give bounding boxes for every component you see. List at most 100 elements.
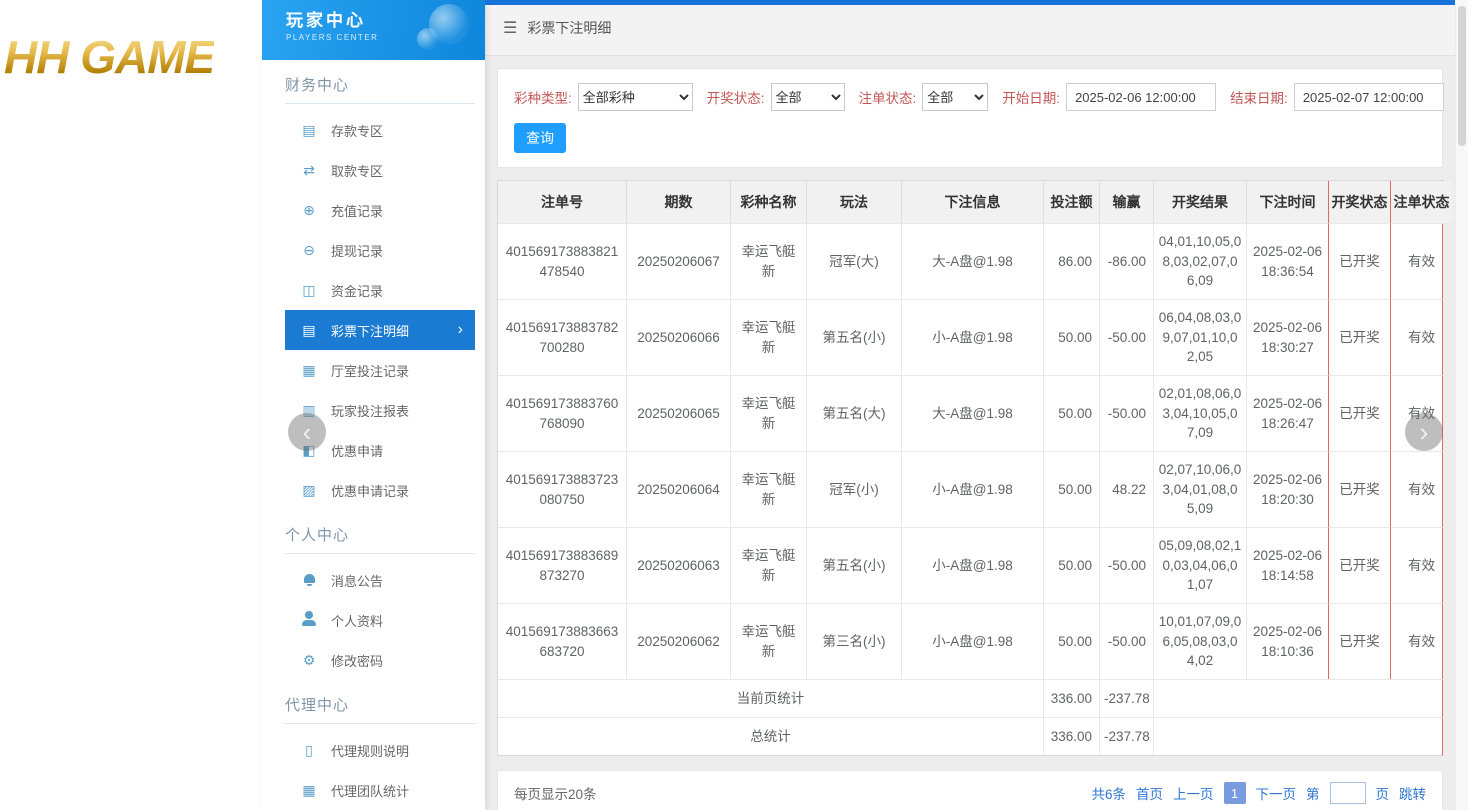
summary-winloss-total: -237.78: [1099, 717, 1153, 755]
cell-lottery-name: 幸运飞艇新: [730, 299, 806, 375]
first-page-link[interactable]: 首页: [1136, 783, 1163, 803]
cell-draw-result: 10,01,07,09,06,05,08,03,04,02: [1153, 603, 1246, 679]
cell-draw-result: 02,07,10,06,03,04,01,08,05,09: [1153, 451, 1246, 527]
sidebar-item-label: 取款专区: [331, 161, 383, 180]
cell-bet-time: 2025-02-06 18:26:47: [1246, 375, 1328, 451]
total-count: 共6条: [1091, 783, 1126, 803]
filter-actions: 查询: [514, 123, 1426, 153]
cell-bet-amount: 50.00: [1043, 299, 1099, 375]
sidebar-section: 个人中心消息公告个人资料⚙修改密码: [262, 524, 485, 680]
cell-lottery-name: 幸运飞艇新: [730, 603, 806, 679]
cell-bet-status: 有效: [1390, 603, 1452, 679]
cell-draw-result: 06,04,08,03,09,07,01,10,02,05: [1153, 299, 1246, 375]
cell-bet-id: 401569173883760768090: [498, 375, 626, 451]
sidebar-item-recharge[interactable]: ⊕充值记录: [285, 190, 475, 230]
end-date-input[interactable]: [1294, 83, 1444, 111]
sidebar-item-funds[interactable]: ◫资金记录: [285, 270, 475, 310]
sidebar-item-user[interactable]: 个人资料: [285, 600, 475, 640]
bet-status-label: 注单状态:: [859, 87, 917, 107]
jump-prefix: 第: [1306, 783, 1320, 803]
prev-page-link[interactable]: 上一页: [1173, 783, 1214, 803]
col-period: 期数: [626, 181, 730, 223]
summary-label: 总统计: [498, 717, 1043, 755]
sidebar-item-withdraw[interactable]: ⇄取款专区: [285, 150, 475, 190]
sidebar-item-lottery[interactable]: ▤彩票下注明细›: [285, 310, 475, 350]
jump-suffix: 页: [1376, 783, 1390, 803]
cell-period: 20250206065: [626, 375, 730, 451]
lottery-icon: ▤: [301, 322, 317, 339]
cell-lottery-name: 幸运飞艇新: [730, 223, 806, 299]
cell-draw-status: 已开奖: [1328, 223, 1390, 299]
table-row: 40156917388376076809020250206065幸运飞艇新第五名…: [498, 375, 1452, 451]
cell-bet-status: 有效: [1390, 451, 1452, 527]
promo-record-icon: ▨: [301, 482, 317, 499]
cell-draw-result: 04,01,10,05,08,03,02,07,06,09: [1153, 223, 1246, 299]
sidebar-item-label: 修改密码: [331, 651, 383, 670]
cell-win-loss: -50.00: [1099, 299, 1153, 375]
sidebar-item-bell[interactable]: 消息公告: [285, 560, 475, 600]
pagination-bar: 每页显示20条 共6条 首页 上一页 1 下一页 第 页 跳转: [497, 770, 1443, 810]
draw-status-select[interactable]: 全部: [771, 83, 845, 111]
filter-group-bet-status: 注单状态: 全部: [859, 83, 989, 111]
sidebar-item-deposit[interactable]: ▤存款专区: [285, 110, 475, 150]
cell-play: 第三名(小): [806, 603, 901, 679]
page-scrollbar[interactable]: [1455, 0, 1468, 810]
sidebar-item-hall[interactable]: ▦ 厅室投注记录: [285, 350, 475, 390]
cell-draw-result: 05,09,08,02,10,03,04,06,01,07: [1153, 527, 1246, 603]
filter-group-draw-status: 开奖状态: 全部: [707, 83, 845, 111]
current-page[interactable]: 1: [1224, 782, 1246, 804]
table-row: 40156917388382147854020250206067幸运飞艇新冠军(…: [498, 223, 1452, 299]
query-button[interactable]: 查询: [514, 123, 566, 153]
recharge-icon: ⊕: [301, 202, 317, 219]
col-bet-id: 注单号: [498, 181, 626, 223]
hall-icon: ▦: [301, 362, 317, 379]
sidebar-item-label: 厅室投注记录: [331, 361, 409, 380]
table-row: 40156917388368987327020250206063幸运飞艇新第五名…: [498, 527, 1452, 603]
jump-page-input[interactable]: [1330, 782, 1366, 804]
sidebar-item-label: 彩票下注明细: [331, 321, 409, 340]
sidebar-item-doc[interactable]: ▯代理规则说明: [285, 730, 475, 770]
sidebar-item-cashout[interactable]: ⊖提现记录: [285, 230, 475, 270]
user-icon: [301, 616, 317, 624]
menu-toggle-icon[interactable]: ☰: [503, 18, 517, 38]
topbar: ☰ 彩票下注明细: [485, 0, 1455, 56]
cell-period: 20250206066: [626, 299, 730, 375]
cell-bet-info: 小-A盘@1.98: [901, 451, 1043, 527]
bet-status-select[interactable]: 全部: [922, 83, 988, 111]
cell-bet-amount: 50.00: [1043, 603, 1099, 679]
cell-bet-id: 401569173883663683720: [498, 603, 626, 679]
cell-bet-time: 2025-02-06 18:30:27: [1246, 299, 1328, 375]
content: 彩种类型: 全部彩种 开奖状态: 全部 注单状态: 全部: [485, 56, 1455, 810]
cell-bet-id: 401569173883723080750: [498, 451, 626, 527]
sidebar-item-gear[interactable]: ⚙修改密码: [285, 640, 475, 680]
cell-bet-time: 2025-02-06 18:20:30: [1246, 451, 1328, 527]
cell-win-loss: -50.00: [1099, 603, 1153, 679]
scrollbar-thumb[interactable]: [1458, 6, 1466, 146]
lottery-type-select[interactable]: 全部彩种: [578, 83, 693, 111]
cell-bet-status: 有效: [1390, 527, 1452, 603]
bet-table-wrap: 注单号期数彩种名称玩法下注信息投注额输赢开奖结果下注时间开奖状态注单状态 401…: [497, 180, 1443, 756]
cell-bet-info: 大-A盘@1.98: [901, 375, 1043, 451]
col-win-loss: 输赢: [1099, 181, 1153, 223]
page-title: 彩票下注明细: [527, 18, 611, 38]
funds-icon: ◫: [301, 282, 317, 299]
sidebar-item-chart[interactable]: ▦代理团队统计: [285, 770, 475, 810]
cell-bet-info: 小-A盘@1.98: [901, 299, 1043, 375]
start-date-input[interactable]: [1066, 83, 1216, 111]
summary-bet-total: 336.00: [1043, 679, 1099, 717]
cell-lottery-name: 幸运飞艇新: [730, 451, 806, 527]
sidebar-section: 代理中心▯代理规则说明▦代理团队统计: [262, 694, 485, 810]
chevron-right-icon: ›: [1420, 419, 1429, 445]
cell-bet-id: 401569173883821478540: [498, 223, 626, 299]
carousel-right-button[interactable]: ›: [1405, 413, 1443, 451]
jump-button[interactable]: 跳转: [1399, 783, 1426, 803]
cell-win-loss: -86.00: [1099, 223, 1153, 299]
cell-period: 20250206067: [626, 223, 730, 299]
cell-draw-status: 已开奖: [1328, 299, 1390, 375]
sidebar-item-promo-record[interactable]: ▨优惠申请记录: [285, 470, 475, 510]
table-header-row: 注单号期数彩种名称玩法下注信息投注额输赢开奖结果下注时间开奖状态注单状态: [498, 181, 1452, 223]
next-page-link[interactable]: 下一页: [1256, 783, 1297, 803]
carousel-left-button[interactable]: ‹: [288, 413, 326, 451]
cell-bet-amount: 50.00: [1043, 375, 1099, 451]
page-size-text: 每页显示20条: [514, 783, 597, 803]
